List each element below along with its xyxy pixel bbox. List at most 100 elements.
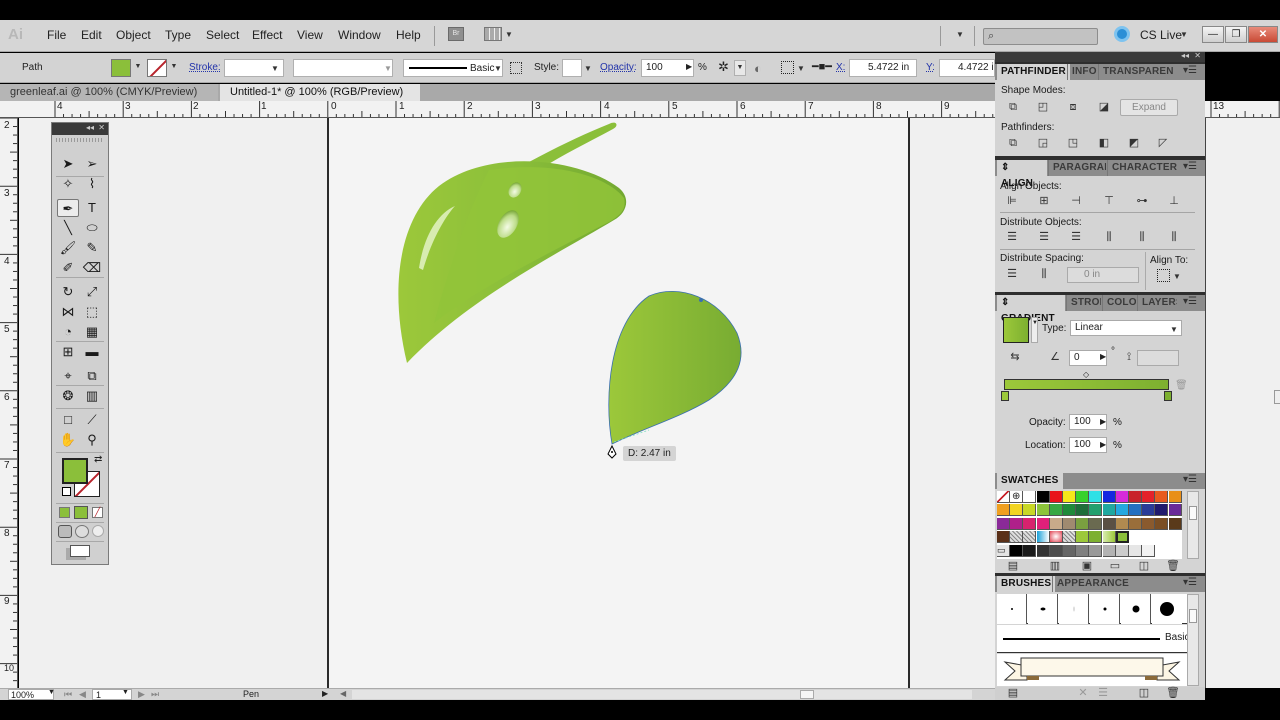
pen-tool-icon[interactable]: ✒ [57, 199, 79, 217]
color-swatch[interactable] [1049, 504, 1063, 517]
tab-character[interactable]: CHARACTER [1107, 160, 1181, 176]
zoom-chevron-icon[interactable]: ▼ [48, 689, 55, 696]
color-swatch[interactable] [1036, 504, 1050, 517]
align-right-icon[interactable]: ⊣ [1068, 194, 1084, 208]
delete-swatch-icon[interactable]: 🗑 [1165, 559, 1181, 573]
pattern-swatch[interactable] [1023, 531, 1037, 544]
align-to-selection-icon[interactable] [1157, 269, 1170, 282]
menu-select[interactable]: Select [206, 28, 239, 42]
stroke-panel-link[interactable]: Stroke: [189, 62, 221, 73]
registration-swatch[interactable]: ⊕ [1010, 491, 1024, 503]
gradient-swatch[interactable] [1036, 531, 1050, 544]
align-vertical-center-icon[interactable]: ⊶ [1134, 194, 1150, 208]
next-artboard-button[interactable]: ▶ [138, 689, 145, 700]
color-swatch[interactable] [1023, 544, 1037, 557]
artwork[interactable] [19, 118, 995, 688]
cs-live-icon[interactable] [1114, 26, 1130, 42]
stroke-color-swatch[interactable] [147, 59, 167, 77]
menu-effect[interactable]: Effect [252, 28, 282, 42]
canvas-area-right[interactable] [1205, 118, 1280, 688]
color-swatch[interactable] [1155, 517, 1169, 530]
gradient-stop-start[interactable] [1001, 391, 1009, 401]
scroll-left-arrow-icon[interactable]: ◀ [340, 689, 346, 698]
draw-inside-icon[interactable] [92, 525, 104, 537]
tools-grip[interactable] [56, 138, 104, 142]
tab-align[interactable]: ⇕ ALIGN [997, 160, 1047, 189]
gradient-swatch[interactable] [1102, 531, 1116, 544]
color-swatch[interactable] [1168, 491, 1182, 503]
tab-gradient[interactable]: ⇕ GRADIENT [997, 295, 1065, 324]
menu-window[interactable]: Window [338, 28, 381, 42]
gradient-midpoint-icon[interactable]: ◇ [1083, 370, 1089, 379]
distribute-top-icon[interactable]: ☰ [1004, 230, 1020, 244]
tab-layers[interactable]: LAYERS [1137, 295, 1177, 311]
color-swatch[interactable] [1168, 517, 1182, 530]
color-swatch[interactable] [1142, 544, 1156, 557]
stroke-dropdown-chevron-icon[interactable]: ▼ [168, 59, 180, 77]
type-tool-icon[interactable]: T [81, 199, 103, 217]
delete-brush-icon[interactable]: 🗑 [1165, 687, 1181, 699]
new-brush-icon[interactable]: ◫ [1136, 687, 1152, 699]
transform-chevron-icon[interactable]: ▼ [797, 64, 805, 73]
artboard-tool-icon[interactable]: □ [57, 411, 79, 429]
none-mode-icon[interactable]: ╱ [92, 507, 103, 518]
brushes-scroll-thumb[interactable] [1189, 609, 1197, 623]
opacity-slider-arrow-icon[interactable]: ▶ [686, 62, 692, 71]
gradient-presets-chevron-icon[interactable]: ▼ [1031, 317, 1038, 343]
magic-wand-tool-icon[interactable]: ✧ [57, 175, 79, 193]
ellipse-tool-icon[interactable]: ⬭ [81, 219, 103, 237]
color-swatch[interactable] [1036, 544, 1050, 557]
banner-brush-row[interactable] [997, 654, 1187, 686]
rotate-tool-icon[interactable]: ↻ [57, 283, 79, 301]
color-swatch[interactable] [1076, 517, 1090, 530]
pattern-swatch[interactable] [1063, 531, 1076, 544]
color-swatch[interactable] [1036, 491, 1050, 503]
draw-normal-icon[interactable] [58, 525, 72, 538]
color-swatch[interactable] [1089, 531, 1103, 544]
perspective-grid-tool-icon[interactable]: ▦ [81, 323, 103, 341]
swatch-options-icon[interactable]: ▣ [1079, 559, 1095, 573]
menu-help[interactable]: Help [396, 28, 421, 42]
spacing-value-field[interactable]: 0 in [1067, 267, 1139, 283]
horizontal-scrollbar[interactable] [352, 690, 972, 699]
hand-tool-icon[interactable]: ✋ [57, 431, 79, 449]
blend-tool-icon[interactable]: ⧉ [81, 367, 103, 385]
color-swatch[interactable] [1023, 491, 1037, 503]
none-swatch[interactable] [997, 491, 1010, 503]
column-graph-tool-icon[interactable]: ▥ [81, 387, 103, 405]
selection-tool-icon[interactable]: ➤ [57, 155, 79, 173]
eraser-tool-icon[interactable]: ⌫ [81, 259, 103, 277]
variable-width-chevron-icon[interactable]: ▼ [384, 64, 392, 73]
menu-view[interactable]: View [297, 28, 323, 42]
opacity-panel-link[interactable]: Opacity: [600, 62, 637, 73]
y-position-field[interactable]: 4.4722 in [939, 59, 995, 77]
color-swatch[interactable] [1089, 544, 1103, 557]
align-horizontal-center-icon[interactable]: ⊞ [1036, 194, 1052, 208]
distribute-bottom-icon[interactable]: ☰ [1068, 230, 1084, 244]
menu-file[interactable]: File [47, 28, 66, 42]
tab-info[interactable]: INFO [1067, 64, 1101, 80]
draw-behind-icon[interactable] [75, 525, 89, 538]
color-swatch[interactable] [1049, 517, 1063, 530]
brush-tip[interactable] [1152, 594, 1182, 624]
exclude-icon[interactable]: ◪ [1096, 100, 1112, 114]
close-icon[interactable]: ✕ [98, 123, 105, 132]
new-leaf-path[interactable] [608, 291, 742, 445]
vertical-ruler[interactable]: 2 3 4 5 6 7 8 9 10 [0, 118, 18, 688]
panel-menu-icon[interactable]: ▾☰ [1183, 296, 1197, 307]
cs-live-menu[interactable]: CS Live [1140, 28, 1182, 42]
gradient-type-chevron-icon[interactable]: ▼ [1170, 325, 1178, 334]
close-panels-icon[interactable]: ✕ [1194, 51, 1201, 60]
close-window-button[interactable]: ✕ [1248, 26, 1278, 43]
horizontal-ruler-right[interactable]: 13 [1205, 101, 1280, 118]
color-swatch[interactable] [1115, 504, 1129, 517]
select-similar-chevron-icon[interactable]: ▼ [734, 60, 746, 76]
fill-color-swatch[interactable] [111, 59, 131, 77]
shape-builder-tool-icon[interactable]: ◔ [57, 323, 79, 341]
angle-arrow-icon[interactable]: ▶ [1100, 352, 1106, 361]
new-color-group-icon[interactable]: ▭ [1107, 559, 1123, 573]
color-swatch[interactable] [997, 504, 1010, 517]
previous-artboard-button[interactable]: ◀ [79, 689, 86, 700]
tab-pathfinder[interactable]: PATHFINDER [997, 64, 1070, 80]
panel-menu-icon[interactable]: ▾☰ [1183, 65, 1197, 76]
